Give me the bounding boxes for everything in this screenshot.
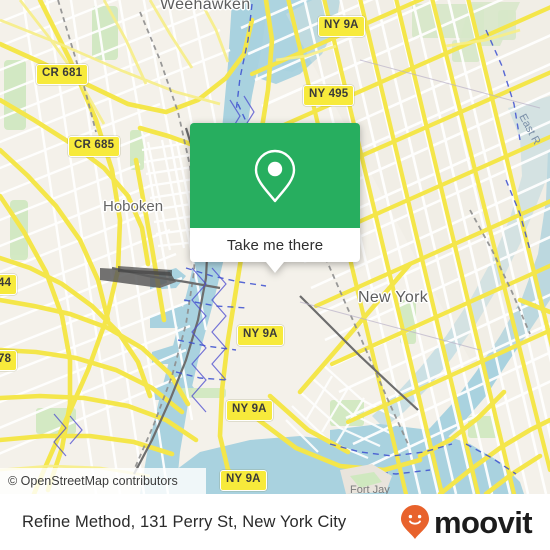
road-shield-cr-681[interactable]: CR 681 xyxy=(36,64,89,85)
popup-header xyxy=(190,123,360,228)
map-attribution[interactable]: © OpenStreetMap contributors xyxy=(0,468,206,494)
road-shield-ny-9a-lower[interactable]: NY 9A xyxy=(226,400,273,421)
place-caption: Refine Method, 131 Perry St, New York Ci… xyxy=(22,512,347,531)
road-shield-ny-9a-bottom[interactable]: NY 9A xyxy=(220,470,267,491)
road-shield-ny-495[interactable]: NY 495 xyxy=(303,85,355,106)
moovit-smiley-pin-icon xyxy=(400,505,429,539)
take-me-there-label: Take me there xyxy=(226,236,324,254)
attribution-text: © OpenStreetMap contributors xyxy=(8,474,178,488)
location-popup-card[interactable]: Take me there xyxy=(190,123,360,273)
moovit-brand[interactable]: moovit xyxy=(400,504,533,540)
road-shield-44[interactable]: 44 xyxy=(0,274,18,295)
road-shield-ny-9a-north[interactable]: NY 9A xyxy=(318,16,365,37)
popup-footer[interactable]: Take me there xyxy=(190,228,360,262)
moovit-wordmark: moovit xyxy=(433,504,533,540)
road-shield-ny-9a-mid[interactable]: NY 9A xyxy=(237,325,284,346)
map-pin-icon xyxy=(254,149,296,202)
road-shield-cr-685[interactable]: CR 685 xyxy=(68,136,121,157)
road-shield-78[interactable]: 78 xyxy=(0,350,18,371)
popup-pointer-tail xyxy=(266,262,284,273)
bottom-bar: Refine Method, 131 Perry St, New York Ci… xyxy=(0,494,550,550)
map-canvas[interactable]: New York Weehawken Hoboken East R Fort J… xyxy=(0,0,550,494)
moovit-map-screenshot: New York Weehawken Hoboken East R Fort J… xyxy=(0,0,550,550)
